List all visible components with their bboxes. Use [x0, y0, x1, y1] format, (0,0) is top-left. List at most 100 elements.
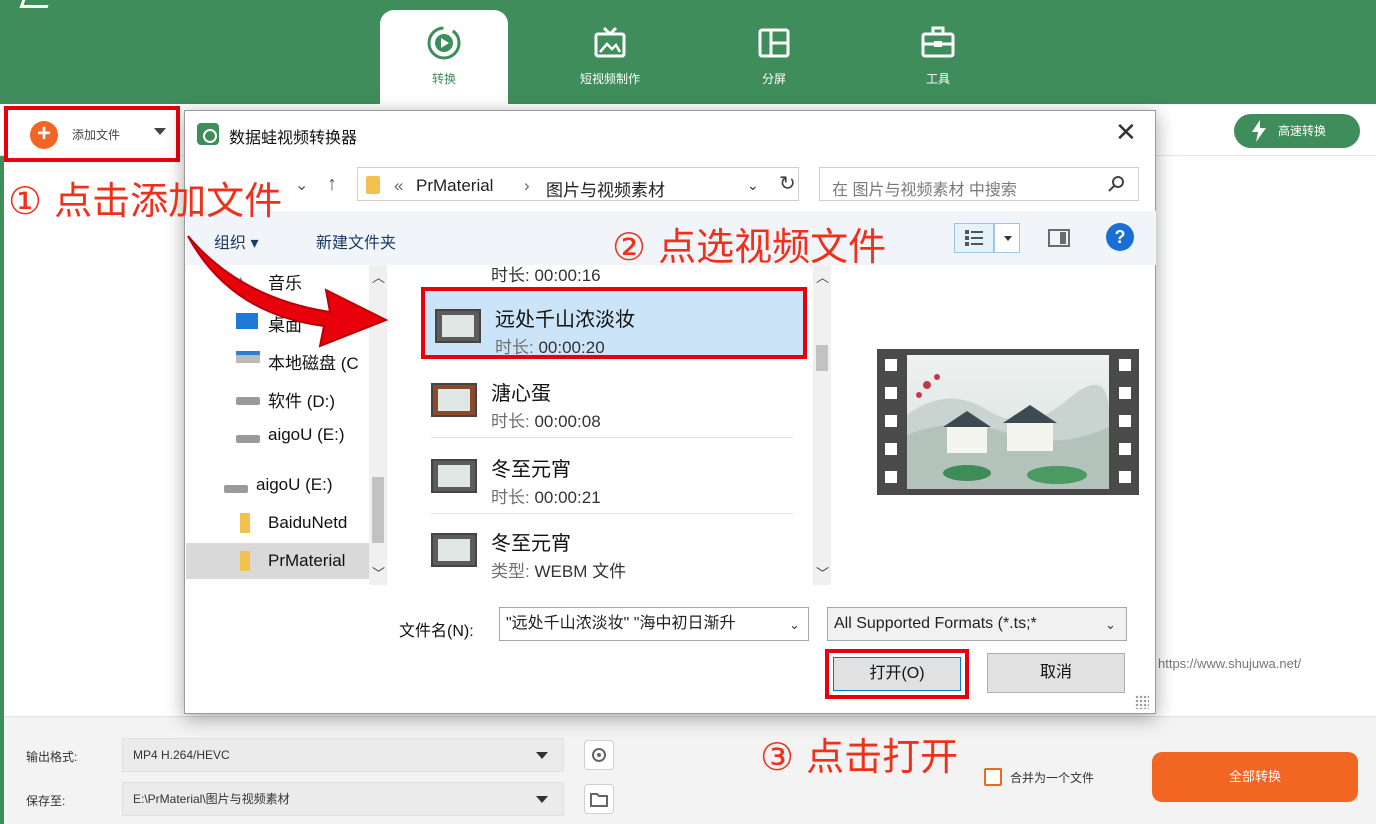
file-meta-value: WEBM 文件 — [534, 562, 627, 581]
file-list: 时长: 00:00:16 远处千山浓淡妆 时长: 00:00:20 溏心蛋 时长… — [395, 265, 835, 585]
chevron-down-icon[interactable] — [154, 128, 166, 135]
file-row[interactable]: 溏心蛋 时长: 00:00:08 — [421, 365, 807, 437]
video-preview — [877, 349, 1139, 495]
settings-icon — [592, 748, 606, 762]
partial-row-meta: 时长: 00:00:16 — [491, 266, 601, 285]
annotation-step-1: ① 点击添加文件 — [8, 179, 283, 223]
film-hole — [885, 387, 897, 399]
open-file-dialog: 数据蛙视频转换器 ✕ ⌄ ↑ « PrMaterial › 图片与视频素材 ⌄ … — [184, 110, 1156, 714]
file-row[interactable]: 远处千山浓淡妆 时长: 00:00:20 — [421, 287, 807, 359]
save-path-field[interactable]: E:\PrMaterial\图片与视频素材 — [122, 782, 564, 816]
film-hole — [1119, 471, 1131, 483]
file-name: 冬至元宵 — [491, 533, 571, 555]
tv-icon — [594, 26, 626, 58]
file-meta-value: 00:00:20 — [538, 338, 605, 357]
film-hole — [1119, 415, 1131, 427]
chevron-down-icon[interactable] — [536, 796, 548, 803]
file-type-filter[interactable]: All Supported Formats (*.ts;* — [827, 607, 1127, 641]
format-settings-button[interactable] — [584, 740, 614, 770]
resize-grip[interactable] — [1135, 695, 1149, 709]
add-icon: + — [30, 121, 58, 149]
address-bar[interactable]: « PrMaterial › 图片与视频素材 — [357, 167, 799, 201]
file-meta-key: 类型: — [491, 562, 530, 581]
chevron-down-icon[interactable]: ⌄ — [747, 177, 759, 194]
breadcrumb-current[interactable]: 图片与视频素材 — [546, 176, 665, 201]
chevron-down-icon[interactable] — [536, 752, 548, 759]
chevron-down-icon[interactable]: ﹀ — [816, 563, 829, 582]
output-format-label: 输出格式: — [26, 750, 78, 764]
film-hole — [885, 443, 897, 455]
save-to-label: 保存至: — [26, 794, 66, 808]
output-format-value: MP4 H.264/HEVC — [133, 748, 230, 762]
film-hole — [885, 471, 897, 483]
up-arrow-icon[interactable]: ↑ — [327, 173, 337, 196]
annotation-step-2: ② 点选视频文件 — [612, 225, 887, 269]
tree-item-label: 本地磁盘 (C — [268, 354, 359, 373]
speed-convert-toggle[interactable]: 高速转换 — [1234, 114, 1360, 148]
tab-label: 工具 — [925, 72, 950, 86]
row-divider — [431, 437, 793, 438]
tab-convert[interactable]: 转换 — [380, 10, 508, 104]
view-mode-button[interactable] — [954, 223, 994, 253]
view-options-dropdown[interactable] — [994, 223, 1020, 253]
landscape-illustration — [907, 374, 1109, 489]
search-placeholder: 在 图片与视频素材 中搜索 — [832, 182, 1017, 199]
chevron-down-icon[interactable]: ﹀ — [372, 563, 385, 582]
annotation-step-3: ③ 点击打开 — [760, 735, 959, 779]
file-meta-key: 时长: — [495, 338, 534, 357]
tab-split-screen[interactable]: 分屏 — [710, 10, 838, 104]
file-meta-key: 时长: — [491, 412, 530, 431]
tab-short-video[interactable]: 短视频制作 — [546, 10, 674, 104]
file-name: 冬至元宵 — [491, 459, 571, 481]
filename-input[interactable]: "远处千山浓淡妆" "海中初日渐升 — [499, 607, 809, 641]
folder-icon — [240, 513, 250, 533]
tree-item-prmaterial[interactable]: PrMaterial — [186, 543, 370, 579]
film-hole — [885, 415, 897, 427]
breadcrumb-overflow[interactable]: « — [394, 176, 403, 196]
split-screen-icon — [758, 28, 790, 58]
toolbox-icon — [921, 26, 955, 58]
tab-tools[interactable]: 工具 — [874, 10, 1002, 104]
close-icon[interactable]: ✕ — [1115, 119, 1137, 145]
film-hole — [1119, 359, 1131, 371]
file-row[interactable]: 冬至元宵 时长: 00:00:21 — [421, 441, 807, 513]
file-meta: 时长: 00:00:20 — [495, 333, 605, 358]
film-hole — [1119, 387, 1131, 399]
chevron-down-icon[interactable]: ⌄ — [1105, 617, 1116, 633]
file-row[interactable]: 冬至元宵 类型: WEBM 文件 — [421, 515, 807, 585]
help-icon[interactable]: ? — [1106, 223, 1134, 251]
recent-locations-icon[interactable]: ⌄ — [295, 175, 308, 195]
chevron-down-icon[interactable]: ⌄ — [789, 617, 800, 633]
search-input[interactable]: 在 图片与视频素材 中搜索 — [819, 167, 1139, 201]
scrollbar-thumb[interactable] — [372, 477, 384, 543]
tab-label: 分屏 — [761, 72, 786, 86]
search-icon — [1108, 176, 1124, 192]
convert-all-button[interactable]: 全部转换 — [1152, 752, 1358, 802]
film-hole — [1119, 443, 1131, 455]
file-meta-key: 时长: — [491, 488, 530, 507]
convert-icon — [427, 26, 461, 60]
file-meta: 时长: 00:00:08 — [491, 407, 601, 432]
refresh-icon[interactable]: ↻ — [779, 171, 796, 196]
output-format-select[interactable]: MP4 H.264/HEVC — [122, 738, 564, 772]
scrollbar-thumb[interactable] — [816, 345, 828, 371]
annotation-arrow-icon — [187, 235, 389, 348]
cancel-button[interactable]: 取消 — [987, 653, 1125, 693]
open-folder-button[interactable] — [584, 784, 614, 814]
save-path-value: E:\PrMaterial\图片与视频素材 — [133, 792, 290, 806]
preview-pane-icon[interactable] — [1048, 229, 1070, 247]
local-disk-icon — [236, 351, 260, 363]
top-navigation-bar: 转换 短视频制作 分屏 工具 — [0, 0, 1376, 104]
details-view-icon — [965, 230, 983, 246]
file-list-scrollbar[interactable]: ︿ ﹀ — [813, 265, 831, 585]
open-button[interactable]: 打开(O) — [833, 657, 961, 691]
tree-item-label: PrMaterial — [268, 551, 346, 570]
merge-checkbox[interactable] — [984, 768, 1002, 786]
file-meta: 时长: 00:00:21 — [491, 483, 601, 508]
drive-icon — [236, 435, 260, 443]
video-thumbnail — [431, 383, 477, 417]
merge-label: 合并为一个文件 — [1010, 771, 1095, 785]
add-file-button[interactable]: + 添加文件 — [4, 106, 180, 162]
file-name: 溏心蛋 — [491, 383, 551, 405]
breadcrumb-prmaterial[interactable]: PrMaterial — [416, 176, 493, 196]
